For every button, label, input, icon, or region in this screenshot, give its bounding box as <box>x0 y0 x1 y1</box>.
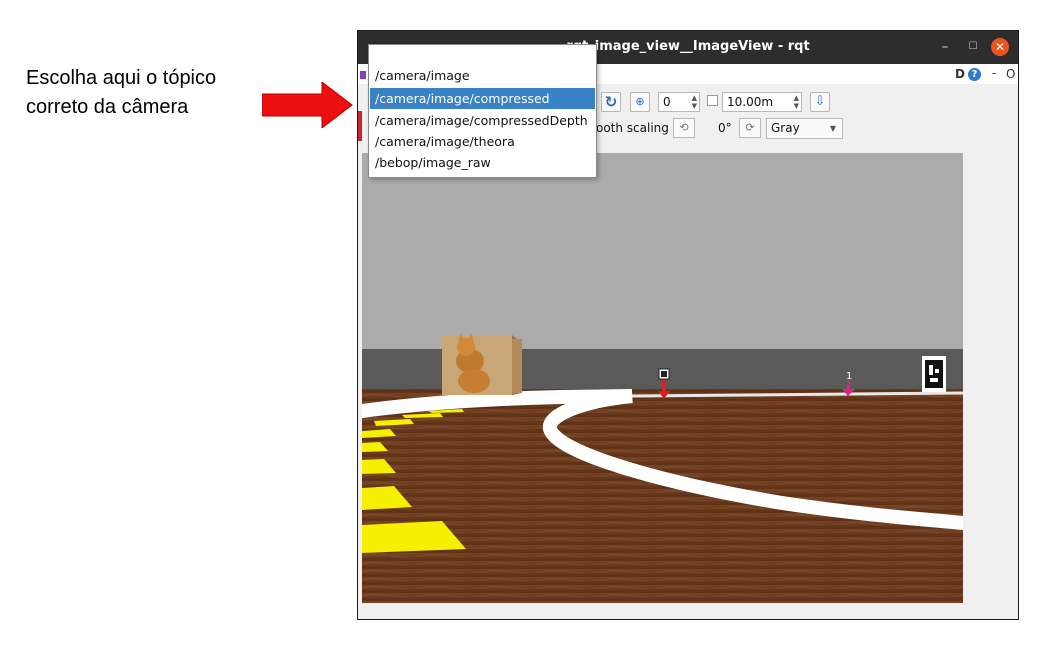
smooth-scaling-label: ooth scaling <box>596 121 669 135</box>
maximize-icon[interactable]: ☐ <box>964 38 982 56</box>
color-scheme-value: Gray <box>771 121 800 135</box>
close-icon[interactable]: ✕ <box>991 38 1009 56</box>
help-icon[interactable]: ? <box>968 68 981 81</box>
rotate-left-icon[interactable]: ⟲ <box>673 118 695 138</box>
chevron-down-icon: ▼ <box>829 124 836 133</box>
minimize-icon[interactable]: – <box>936 38 954 56</box>
spin-arrows-icon[interactable]: ▲ ▼ <box>692 94 697 110</box>
spin-arrows-icon[interactable]: ▲ ▼ <box>794 94 799 110</box>
dock-label[interactable]: D <box>955 67 965 81</box>
minimize-plugin-button[interactable]: - <box>992 66 996 80</box>
rqt-window: rqt_image_view__ImageView - rqt – ☐ ✕ D … <box>357 30 1019 620</box>
zoom-spinbox[interactable]: 0 ▲ ▼ <box>658 92 700 112</box>
left-accent-mark <box>358 111 362 141</box>
plugin-indicator-icon <box>360 71 366 79</box>
red-arrow-icon <box>262 82 353 128</box>
topic-dropdown-list[interactable]: /camera/image /camera/image/compressed /… <box>368 44 597 178</box>
camera-scene: 1 <box>362 153 963 603</box>
distance-spinbox[interactable]: 10.00m ▲ ▼ <box>722 92 802 112</box>
zoom-fit-icon[interactable]: ⊕ <box>630 92 650 112</box>
topic-option-camera-image-compressed[interactable]: /camera/image/compressed <box>370 88 595 109</box>
rotation-label: 0° <box>718 121 732 135</box>
topic-option-bebop-image-raw[interactable]: /bebop/image_raw <box>370 152 595 173</box>
save-icon[interactable]: ⇩ <box>810 92 830 112</box>
rotate-right-icon[interactable]: ⟳ <box>739 118 761 138</box>
aruco-marker <box>922 356 946 392</box>
close-plugin-button[interactable]: O <box>1006 67 1015 81</box>
marker-1-label: 1 <box>846 371 852 382</box>
topic-option-theora[interactable]: /camera/image/theora <box>370 131 595 152</box>
camera-image-view[interactable]: 1 <box>362 153 963 603</box>
color-scheme-select[interactable]: Gray ▼ <box>766 118 843 139</box>
distance-value: 10.00m <box>727 95 774 109</box>
topic-option-compressed-depth[interactable]: /camera/image/compressedDepth <box>370 110 595 131</box>
cat-box-object <box>442 333 522 395</box>
annotation-text: Escolha aqui o tópico correto da câmera <box>26 64 266 122</box>
zoom-value: 0 <box>663 95 671 109</box>
refresh-icon[interactable]: ↻ <box>601 92 621 112</box>
floor <box>362 389 963 603</box>
depth-checkbox[interactable] <box>707 95 718 106</box>
annotation-line-2: correto da câmera <box>26 96 189 118</box>
topic-option-camera-image[interactable]: /camera/image <box>370 65 595 86</box>
sky-area <box>362 153 963 349</box>
annotation-line-1: Escolha aqui o tópico <box>26 67 217 89</box>
